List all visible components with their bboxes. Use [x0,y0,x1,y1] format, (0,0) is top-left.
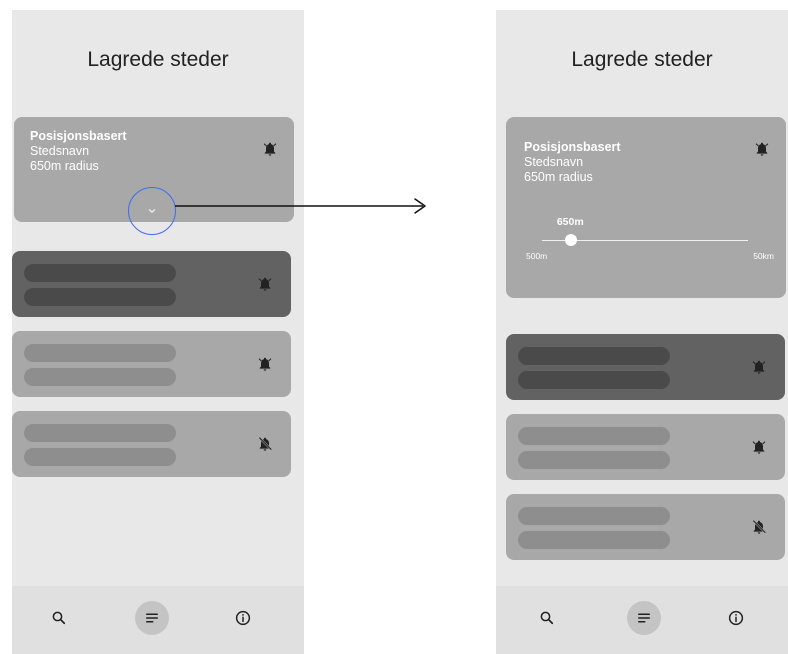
radius-max-label: 50km [753,251,774,261]
screen-expanded: Lagrede steder Posisjonsbasert Stedsnavn… [496,10,788,654]
page-title: Lagrede steder [571,48,713,71]
radius-slider-thumb[interactable] [564,234,577,246]
placeholder-line [518,451,670,469]
placeholder-line [518,427,670,445]
nav-search[interactable] [530,601,564,635]
placeholder-line [518,507,670,525]
bell-off-icon[interactable] [751,519,767,535]
radius-min-label: 500m [526,251,548,261]
location-card[interactable] [506,414,785,480]
placeholder-line [518,347,670,365]
nav-list[interactable] [627,601,661,635]
bottom-nav [496,586,788,654]
radius-value-label: 650m [556,216,584,228]
search-icon [538,609,556,627]
placeholder-line [518,531,670,549]
location-card[interactable] [506,334,785,400]
info-icon [727,609,745,627]
placeholder-line [518,371,670,389]
location-card[interactable] [506,494,785,560]
card-place: Stedsnavn [524,155,584,169]
bell-icon[interactable] [751,359,767,375]
nav-info[interactable] [719,601,753,635]
bell-icon[interactable] [751,439,767,455]
card-radius: 650m radius [524,170,593,184]
card-name: Posisjonsbasert [524,140,621,154]
card-text: Posisjonsbasert Stedsnavn 650m radius [524,140,621,185]
bell-icon[interactable] [754,141,770,157]
list-icon [635,609,653,627]
location-card-expanded[interactable]: Posisjonsbasert Stedsnavn 650m radius 65… [506,117,786,298]
